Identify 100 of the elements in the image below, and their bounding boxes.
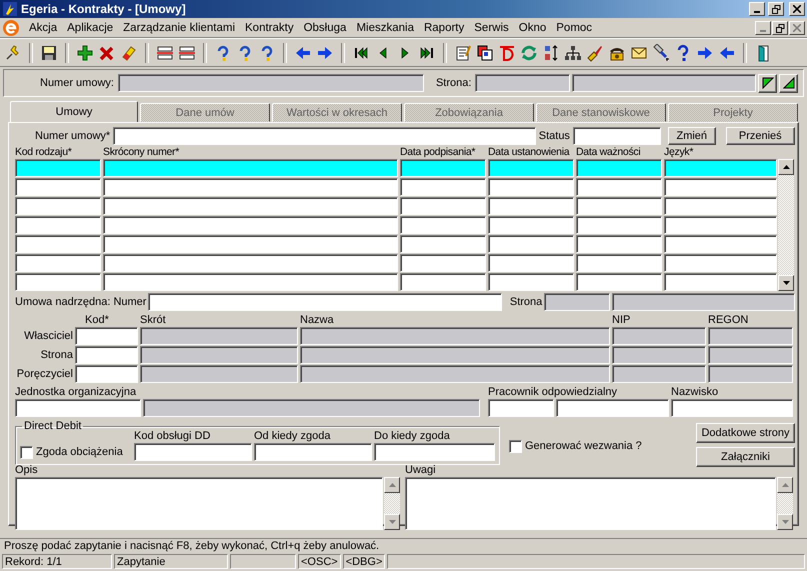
table-cell[interactable] <box>664 273 777 291</box>
input-field[interactable] <box>148 293 502 311</box>
table-cell[interactable] <box>15 178 101 196</box>
menu-item[interactable]: Aplikacje <box>62 22 118 34</box>
input-field[interactable] <box>612 365 706 383</box>
input-field[interactable] <box>113 127 536 145</box>
table-cell[interactable] <box>488 254 574 272</box>
minimize-button[interactable] <box>755 21 771 35</box>
input-field[interactable] <box>75 365 138 383</box>
table-cell[interactable] <box>103 216 398 234</box>
input-field[interactable] <box>572 74 756 92</box>
restore-button[interactable] <box>772 21 788 35</box>
table-cell[interactable] <box>488 216 574 234</box>
input-field[interactable] <box>254 443 372 461</box>
close-button[interactable] <box>789 21 805 35</box>
table-cell[interactable] <box>576 273 662 291</box>
tab[interactable]: Projekty <box>668 103 798 122</box>
table-cell[interactable] <box>400 178 486 196</box>
input-field[interactable] <box>612 327 706 345</box>
table-cell[interactable] <box>664 159 777 177</box>
menu-item[interactable]: Mieszkania <box>351 22 419 34</box>
table-cell[interactable] <box>576 159 662 177</box>
input-field[interactable] <box>118 74 424 92</box>
input-field[interactable] <box>134 443 252 461</box>
table-cell[interactable] <box>15 235 101 253</box>
table-cell[interactable] <box>400 254 486 272</box>
input-field[interactable] <box>143 399 480 417</box>
menu-item[interactable]: Obsługa <box>298 22 352 34</box>
change-button[interactable]: Zmień <box>668 127 716 145</box>
input-field[interactable] <box>75 346 138 364</box>
menu-item[interactable]: Pomoc <box>551 22 598 34</box>
table-cell[interactable] <box>576 178 662 196</box>
menu-item[interactable]: Serwis <box>469 22 514 34</box>
table-cell[interactable] <box>400 235 486 253</box>
table-cell[interactable] <box>15 197 101 215</box>
menu-item[interactable]: Okno <box>514 22 552 34</box>
table-cell[interactable] <box>103 273 398 291</box>
tab[interactable]: Umowy <box>10 101 138 122</box>
table-cell[interactable] <box>103 254 398 272</box>
table-cell[interactable] <box>664 178 777 196</box>
input-field[interactable] <box>475 74 570 92</box>
input-field[interactable] <box>140 346 298 364</box>
table-cell[interactable] <box>664 216 777 234</box>
input-field[interactable] <box>556 399 669 417</box>
expand-button[interactable] <box>758 74 778 92</box>
scrollbar[interactable] <box>777 477 793 530</box>
table-cell[interactable] <box>576 254 662 272</box>
checkbox[interactable] <box>20 446 33 458</box>
input-field[interactable] <box>75 327 138 345</box>
text-area[interactable] <box>15 477 383 530</box>
table-cell[interactable] <box>576 197 662 215</box>
table-cell[interactable] <box>103 178 398 196</box>
input-field[interactable] <box>140 327 298 345</box>
table-cell[interactable] <box>400 273 486 291</box>
input-field[interactable] <box>374 443 495 461</box>
table-cell[interactable] <box>15 273 101 291</box>
extra-pages-button[interactable]: Dodatkowe strony <box>696 423 795 443</box>
input-field[interactable] <box>612 346 706 364</box>
input-field[interactable] <box>572 127 661 145</box>
collapse-button[interactable] <box>779 74 798 92</box>
restore-button[interactable] <box>768 2 784 16</box>
attachments-button[interactable]: Załączniki <box>696 447 795 467</box>
menu-item[interactable]: Zarządzanie klientami <box>118 22 240 34</box>
menu-item[interactable]: Raporty <box>418 22 470 34</box>
table-cell[interactable] <box>488 235 574 253</box>
input-field[interactable] <box>488 399 554 417</box>
input-field[interactable] <box>15 399 141 417</box>
table-cell[interactable] <box>488 178 574 196</box>
table-cell[interactable] <box>400 216 486 234</box>
table-cell[interactable] <box>103 159 398 177</box>
close-button[interactable] <box>789 2 805 16</box>
scrollbar[interactable] <box>384 477 400 530</box>
move-button[interactable]: Przenieś <box>726 127 795 145</box>
table-cell[interactable] <box>664 197 777 215</box>
table-cell[interactable] <box>400 197 486 215</box>
input-field[interactable] <box>708 327 793 345</box>
input-field[interactable] <box>300 327 610 345</box>
table-cell[interactable] <box>576 216 662 234</box>
input-field[interactable] <box>300 365 610 383</box>
input-field[interactable] <box>708 346 793 364</box>
table-cell[interactable] <box>664 235 777 253</box>
minimize-button[interactable] <box>749 2 765 16</box>
table-cell[interactable] <box>664 254 777 272</box>
checkbox[interactable] <box>509 440 522 453</box>
table-cell[interactable] <box>488 159 574 177</box>
table-cell[interactable] <box>15 216 101 234</box>
text-area[interactable] <box>405 477 776 530</box>
table-cell[interactable] <box>103 235 398 253</box>
table-cell[interactable] <box>488 273 574 291</box>
input-field[interactable] <box>612 293 795 311</box>
scrollbar[interactable] <box>778 159 794 291</box>
input-field[interactable] <box>140 365 298 383</box>
menu-item[interactable]: Kontrakty <box>240 22 299 34</box>
input-field[interactable] <box>671 399 793 417</box>
input-field[interactable] <box>300 346 610 364</box>
table-cell[interactable] <box>488 197 574 215</box>
tab[interactable]: Dane umów <box>140 103 270 122</box>
input-field[interactable] <box>708 365 793 383</box>
table-cell[interactable] <box>15 254 101 272</box>
menu-item[interactable]: Akcja <box>24 22 62 34</box>
